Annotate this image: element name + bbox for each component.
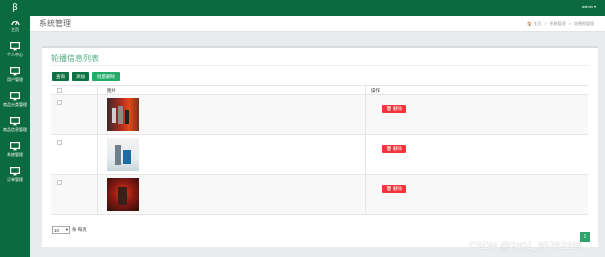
product-image-2 bbox=[107, 138, 139, 171]
breadcrumb-separator: > bbox=[568, 21, 571, 26]
delete-button[interactable]: 🗑 删除 bbox=[382, 145, 406, 153]
sidebar-item-home[interactable]: 主页 bbox=[0, 18, 30, 40]
column-divider bbox=[97, 85, 98, 215]
sidebar-item-category[interactable]: 商品分类管理 bbox=[0, 92, 30, 114]
phone-shape bbox=[123, 150, 131, 164]
breadcrumb-current: 轮播图管理 bbox=[574, 21, 594, 26]
phone-shape bbox=[118, 187, 127, 205]
phone-shape bbox=[112, 108, 116, 123]
product-image-3 bbox=[107, 178, 139, 211]
trash-icon: 🗑 bbox=[386, 186, 392, 191]
logo[interactable]: β bbox=[0, 0, 30, 16]
table-row: 🗑 删除 bbox=[51, 175, 588, 215]
trash-icon: 🗑 bbox=[386, 106, 392, 111]
monitor-icon bbox=[10, 42, 20, 51]
monitor-icon bbox=[10, 117, 20, 126]
sidebar-item-label: 订单管理 bbox=[7, 177, 23, 182]
table-row: 🗑 删除 bbox=[51, 95, 588, 135]
monitor-icon bbox=[10, 92, 20, 101]
batch-delete-button[interactable]: 批量删除 bbox=[92, 72, 120, 81]
trash-icon: 🗑 bbox=[386, 146, 392, 151]
sidebar-item-orders[interactable]: 订单管理 bbox=[0, 167, 30, 189]
sidebar-item-users[interactable]: 用户管理 bbox=[0, 67, 30, 89]
table-header-row: 图片 操作 bbox=[51, 85, 588, 95]
select-all-checkbox[interactable] bbox=[57, 88, 62, 93]
panel-title: 轮播信息列表 bbox=[51, 54, 99, 63]
watermark: CSDN @2401_85762266 bbox=[469, 241, 583, 252]
breadcrumb-system[interactable]: 系统管理 bbox=[550, 21, 566, 27]
row-checkbox[interactable] bbox=[57, 140, 62, 145]
sidebar-item-label: 主页 bbox=[11, 27, 19, 32]
table-row: 🗑 删除 bbox=[51, 135, 588, 175]
column-divider bbox=[365, 85, 366, 215]
phone-shape bbox=[125, 110, 129, 124]
page-title: 系统管理 bbox=[39, 19, 71, 28]
sidebar-item-label: 系统管理 bbox=[7, 152, 23, 157]
sidebar-item-label: 个人中心 bbox=[7, 52, 23, 57]
delete-label: 删除 bbox=[392, 186, 402, 191]
breadcrumb-separator: > bbox=[544, 21, 547, 26]
sidebar-item-label: 商品信息管理 bbox=[3, 127, 27, 132]
delete-button[interactable]: 🗑 删除 bbox=[382, 185, 406, 193]
sidebar-item-system[interactable]: 系统管理 bbox=[0, 142, 30, 164]
sidebar-item-label: 用户管理 bbox=[7, 77, 23, 82]
user-menu[interactable]: admin ▾ bbox=[582, 4, 596, 9]
search-button[interactable]: 查询 bbox=[52, 72, 69, 81]
page-size-suffix: 条 每页 bbox=[72, 227, 87, 232]
carousel-list-panel: 轮播信息列表 查询 添加 批量删除 图片 操作 🗑 删除 🗑 删除 🗑 删除 1… bbox=[42, 46, 598, 247]
sidebar-item-profile[interactable]: 个人中心 bbox=[0, 42, 30, 64]
chevron-down-icon: ▾ bbox=[65, 227, 68, 232]
column-header-action: 操作 bbox=[371, 88, 380, 93]
main-content: 系统管理 🏠 主页 > 系统管理 > 轮播图管理 轮播信息列表 查询 添加 批量… bbox=[30, 16, 605, 257]
divider bbox=[51, 65, 589, 66]
sidebar-item-products[interactable]: 商品信息管理 bbox=[0, 117, 30, 139]
dashboard-icon bbox=[10, 20, 20, 26]
sidebar-item-label: 商品分类管理 bbox=[3, 102, 27, 107]
delete-button[interactable]: 🗑 删除 bbox=[382, 105, 406, 113]
product-image-1 bbox=[107, 98, 139, 131]
row-checkbox[interactable] bbox=[57, 180, 62, 185]
pagination: 10 ▾ 条 每页 bbox=[52, 226, 87, 234]
page-size-select[interactable]: 10 ▾ bbox=[52, 226, 70, 234]
add-button[interactable]: 添加 bbox=[72, 72, 89, 81]
delete-label: 删除 bbox=[392, 106, 402, 111]
column-header-image: 图片 bbox=[107, 88, 116, 93]
monitor-icon bbox=[10, 67, 20, 76]
delete-label: 删除 bbox=[392, 146, 402, 151]
monitor-icon bbox=[10, 167, 20, 176]
sidebar: 主页 个人中心 用户管理 商品分类管理 商品信息管理 系统管理 订单管理 bbox=[0, 16, 30, 257]
phone-shape bbox=[118, 106, 123, 124]
breadcrumb-home[interactable]: 🏠 主页 bbox=[527, 21, 541, 27]
page-header: 系统管理 🏠 主页 > 系统管理 > 轮播图管理 bbox=[30, 16, 605, 32]
phone-shape bbox=[115, 145, 121, 165]
page-size-value: 10 bbox=[54, 227, 60, 233]
top-bar: β admin ▾ bbox=[0, 0, 605, 16]
monitor-icon bbox=[10, 142, 20, 151]
row-checkbox[interactable] bbox=[57, 100, 62, 105]
breadcrumb: 🏠 主页 > 系统管理 > 轮播图管理 bbox=[527, 21, 594, 27]
